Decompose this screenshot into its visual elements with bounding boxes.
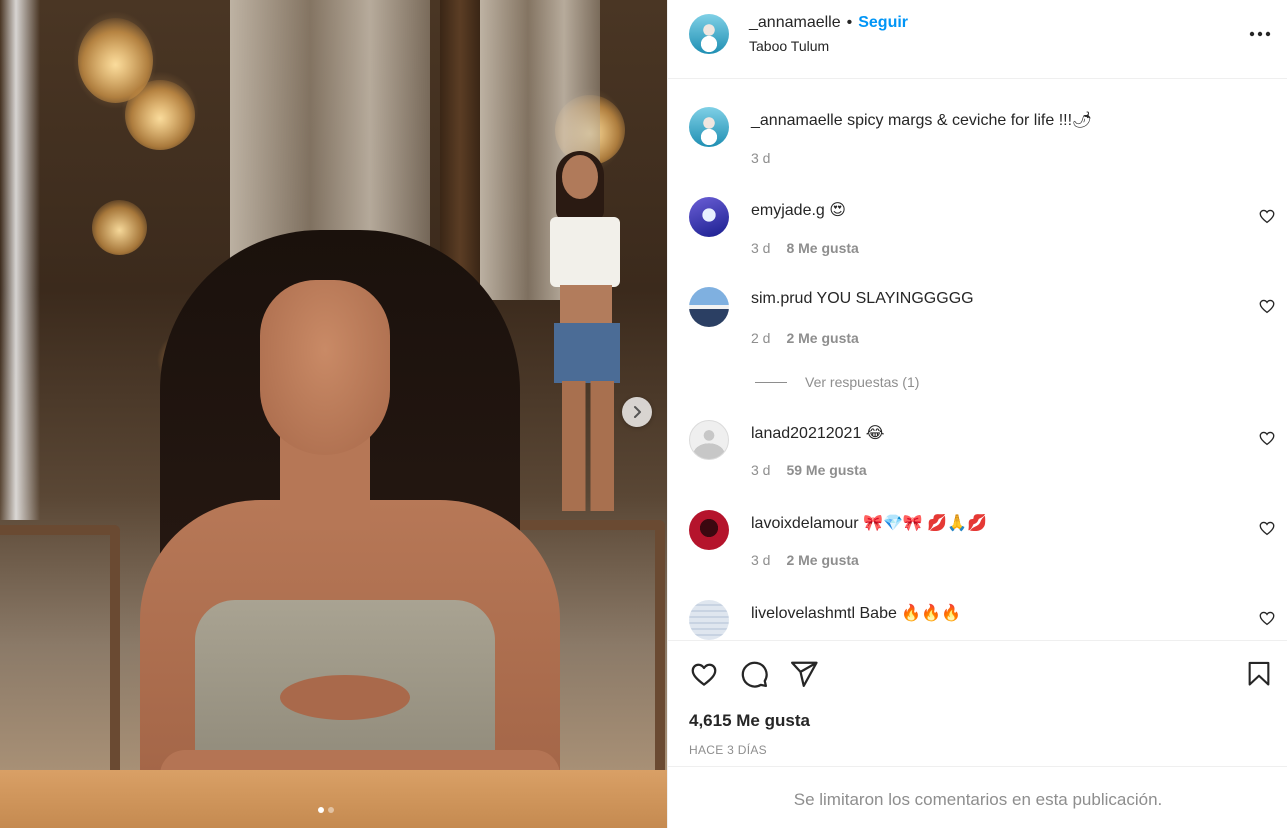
comment-username[interactable]: livelovelashmtl xyxy=(751,605,855,622)
comment-username[interactable]: lanad20212021 xyxy=(751,425,861,442)
heart-icon[interactable] xyxy=(1258,519,1276,537)
heart-icon[interactable] xyxy=(1258,297,1276,315)
caption-text: _annamaelle spicy margs & ceviche for li… xyxy=(751,110,1092,130)
comment-likes[interactable]: 2 Me gusta xyxy=(786,552,858,568)
comment-username[interactable]: _annamaelle xyxy=(751,112,843,129)
avatar[interactable] xyxy=(689,14,729,54)
comment-meta: 3 d 8 Me gusta xyxy=(751,240,859,256)
avatar[interactable] xyxy=(689,197,729,237)
rope-decoration xyxy=(0,0,40,520)
carousel-next-button[interactable] xyxy=(622,397,652,427)
comments-limited-notice: Se limitaron los comentarios en esta pub… xyxy=(793,790,1163,809)
share-button[interactable] xyxy=(788,658,820,690)
comment-text: sim.prud YOU SLAYINGGGGG xyxy=(751,290,974,308)
comment-time[interactable]: 2 d xyxy=(751,330,770,346)
post-owner-line: _annamaelle • Seguir xyxy=(749,14,908,32)
carousel-dot-active xyxy=(318,807,324,813)
heart-icon xyxy=(691,663,717,686)
caption-meta: 3 d xyxy=(751,150,770,166)
comment-username[interactable]: sim.prud xyxy=(751,290,812,307)
heart-icon[interactable] xyxy=(1258,429,1276,447)
table-surface xyxy=(0,770,667,828)
caption-body: spicy margs & ceviche for life !!!🌶 xyxy=(847,112,1093,129)
owner-username[interactable]: _annamaelle xyxy=(749,14,841,31)
comment-body: YOU SLAYINGGGGG xyxy=(816,290,974,307)
comment-meta: 3 d 59 Me gusta xyxy=(751,462,867,478)
comment-text: livelovelashmtl Babe 🔥🔥🔥 xyxy=(751,603,961,623)
comments-list[interactable]: _annamaelle spicy margs & ceviche for li… xyxy=(668,80,1287,640)
location-link[interactable]: Taboo Tulum xyxy=(749,38,829,54)
comment-body: 😍 xyxy=(829,202,846,219)
comment-body: Babe 🔥🔥🔥 xyxy=(859,605,962,622)
likes-count[interactable]: 4,615 Me gusta xyxy=(689,711,810,731)
comment-time[interactable]: 3 d xyxy=(751,150,770,166)
follow-button[interactable]: Seguir xyxy=(858,14,908,31)
chevron-right-icon xyxy=(634,406,641,418)
chair-decoration xyxy=(0,525,120,785)
comment-username[interactable]: lavoixdelamour xyxy=(751,515,859,532)
ellipsis-icon xyxy=(1249,31,1271,37)
comment-text: emyjade.g 😍 xyxy=(751,200,846,220)
comment-body: 😂 xyxy=(865,425,885,442)
post-actions: 4,615 Me gusta HACE 3 DÍAS xyxy=(668,640,1287,767)
comment-time[interactable]: 3 d xyxy=(751,462,770,478)
main-subject xyxy=(120,230,590,800)
comment-username[interactable]: emyjade.g xyxy=(751,202,825,219)
avatar[interactable] xyxy=(689,600,729,640)
view-replies-label: Ver respuestas (1) xyxy=(805,374,920,390)
post-timestamp[interactable]: HACE 3 DÍAS xyxy=(689,743,767,757)
avatar[interactable] xyxy=(689,510,729,550)
comment-meta: 2 d 2 Me gusta xyxy=(751,330,859,346)
comment-text: lanad20212021 😂 xyxy=(751,423,885,443)
avatar[interactable] xyxy=(689,107,729,147)
separator-dot: • xyxy=(846,14,853,31)
comment-likes[interactable]: 8 Me gusta xyxy=(786,240,858,256)
carousel-indicator xyxy=(318,807,334,813)
lantern-decoration xyxy=(125,80,195,150)
comment-time[interactable]: 3 d xyxy=(751,240,770,256)
comment-meta: 3 d 2 Me gusta xyxy=(751,552,859,568)
comment-likes[interactable]: 2 Me gusta xyxy=(786,330,858,346)
carousel-dot xyxy=(328,807,334,813)
comment-time[interactable]: 3 d xyxy=(751,552,770,568)
more-options-button[interactable] xyxy=(1246,22,1274,46)
comment-button[interactable] xyxy=(738,658,770,690)
post-header: _annamaelle • Seguir Taboo Tulum xyxy=(668,0,1287,79)
comment-body: 🎀💎🎀 💋🙏💋 xyxy=(863,515,988,532)
view-replies-button[interactable]: Ver respuestas (1) xyxy=(755,374,919,390)
avatar[interactable] xyxy=(689,287,729,327)
like-button[interactable] xyxy=(688,658,720,690)
bookmark-icon xyxy=(1248,661,1270,686)
heart-icon[interactable] xyxy=(1258,609,1276,627)
post-photo[interactable] xyxy=(0,0,667,828)
replies-divider xyxy=(755,381,787,383)
avatar[interactable] xyxy=(689,420,729,460)
save-button[interactable] xyxy=(1243,658,1275,690)
comment-icon xyxy=(741,661,768,688)
send-icon xyxy=(791,661,818,687)
post-side-panel: _annamaelle • Seguir Taboo Tulum _annamael… xyxy=(667,0,1287,828)
heart-icon[interactable] xyxy=(1258,207,1276,225)
comment-likes[interactable]: 59 Me gusta xyxy=(786,462,866,478)
comment-text: lavoixdelamour 🎀💎🎀 💋🙏💋 xyxy=(751,513,987,533)
